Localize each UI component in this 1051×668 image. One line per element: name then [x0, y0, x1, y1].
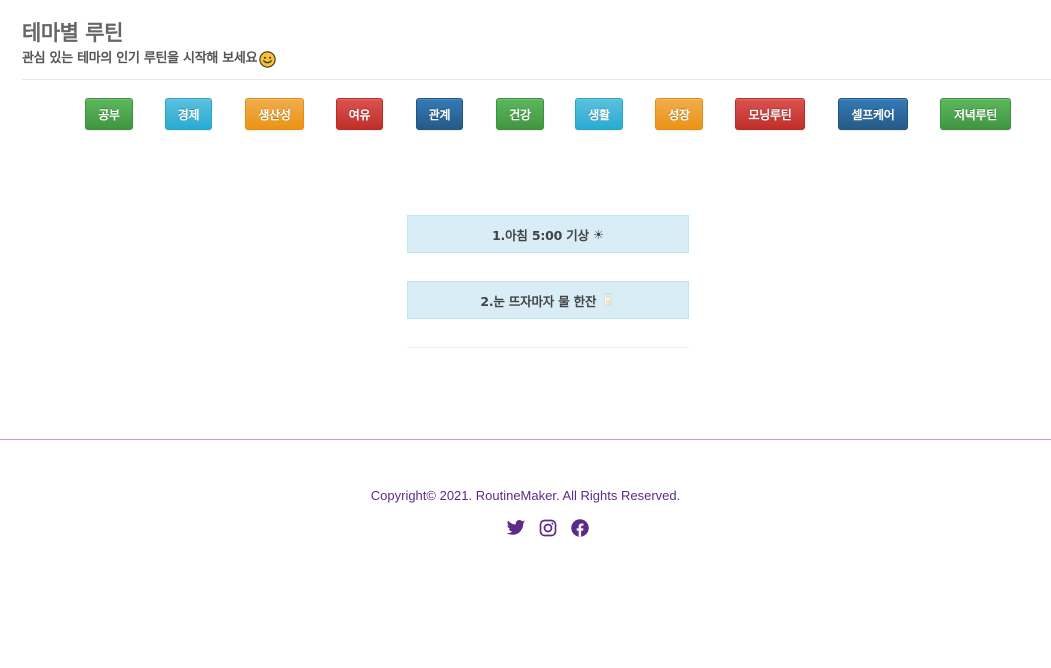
- theme-bar: 공부 경제 생산성 여유 관계 건강 생활 성장 모닝루틴 셀프케어 저녁루틴: [0, 98, 1051, 130]
- facebook-icon[interactable]: [570, 518, 590, 538]
- list-divider: [407, 347, 689, 348]
- theme-button-morning-routine[interactable]: 모닝루틴: [735, 98, 805, 130]
- routine-item[interactable]: 2.눈 뜨자마자 물 한잔 🥛: [407, 281, 689, 319]
- theme-button-leisure[interactable]: 여유: [336, 98, 383, 130]
- theme-button-relationship[interactable]: 관계: [416, 98, 463, 130]
- routine-item[interactable]: 1.아침 5:00 기상 ☀: [407, 215, 689, 253]
- theme-button-life[interactable]: 생활: [575, 98, 623, 130]
- milk-glass-icon: 🥛: [600, 292, 616, 307]
- theme-button-economy[interactable]: 경제: [165, 98, 212, 130]
- theme-button-health[interactable]: 건강: [496, 98, 544, 130]
- page-subtitle: 관심 있는 테마의 인기 루틴을 시작해 보세요: [22, 48, 1051, 70]
- routine-item-text: 2.눈 뜨자마자 물 한잔: [480, 293, 597, 309]
- footer: Copyright© 2021. RoutineMaker. All Right…: [0, 439, 1051, 668]
- theme-button-selfcare[interactable]: 셀프케어: [838, 98, 908, 130]
- page-title: 테마별 루틴: [22, 21, 123, 45]
- sun-icon: ☀: [592, 226, 604, 242]
- page-subtitle-text: 관심 있는 테마의 인기 루틴을 시작해 보세요: [22, 51, 258, 66]
- page-header: 테마별 루틴 관심 있는 테마의 인기 루틴을 시작해 보세요: [22, 18, 1051, 80]
- smiley-icon: [259, 50, 276, 68]
- copyright-text: Copyright© 2021. RoutineMaker. All Right…: [370, 488, 681, 503]
- theme-button-study[interactable]: 공부: [85, 98, 133, 130]
- theme-button-evening-routine[interactable]: 저녁루틴: [940, 98, 1011, 130]
- routine-list: 1.아침 5:00 기상 ☀ 2.눈 뜨자마자 물 한잔 🥛: [407, 215, 689, 348]
- instagram-icon[interactable]: [538, 518, 558, 538]
- twitter-icon[interactable]: [506, 518, 526, 538]
- theme-button-productivity[interactable]: 생산성: [245, 98, 304, 130]
- social-links: [506, 518, 590, 538]
- routine-item-text: 1.아침 5:00 기상: [492, 227, 589, 243]
- theme-button-growth[interactable]: 성장: [655, 98, 703, 130]
